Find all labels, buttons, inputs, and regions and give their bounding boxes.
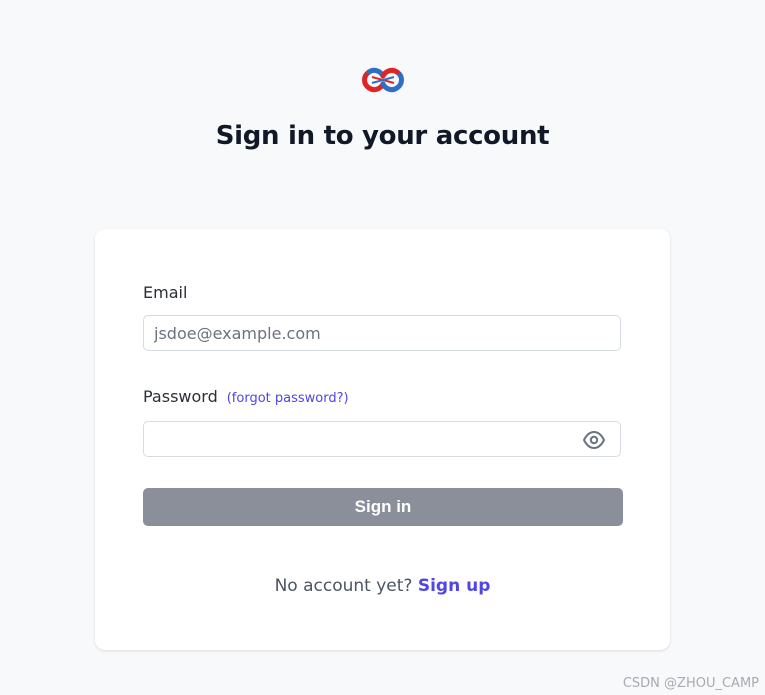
password-input[interactable] [143, 421, 621, 457]
sign-in-button[interactable]: Sign in [143, 488, 623, 526]
watermark: CSDN @ZHOU_CAMP [622, 676, 759, 691]
email-label: Email [143, 283, 188, 302]
sign-up-link[interactable]: Sign up [418, 576, 491, 596]
no-account-text: No account yet? [274, 576, 413, 596]
eye-icon[interactable] [582, 429, 606, 451]
password-label-row: Password (forgot password?) [143, 387, 349, 406]
page-title: Sign in to your account [215, 121, 550, 151]
email-input[interactable] [143, 315, 621, 351]
forgot-password-link[interactable]: (forgot password?) [227, 391, 349, 406]
signup-prompt: No account yet? Sign up [95, 576, 670, 596]
password-label: Password [143, 387, 218, 406]
sign-in-card: Email Password (forgot password?) Sign i… [95, 229, 670, 650]
knot-logo-icon [361, 66, 405, 94]
